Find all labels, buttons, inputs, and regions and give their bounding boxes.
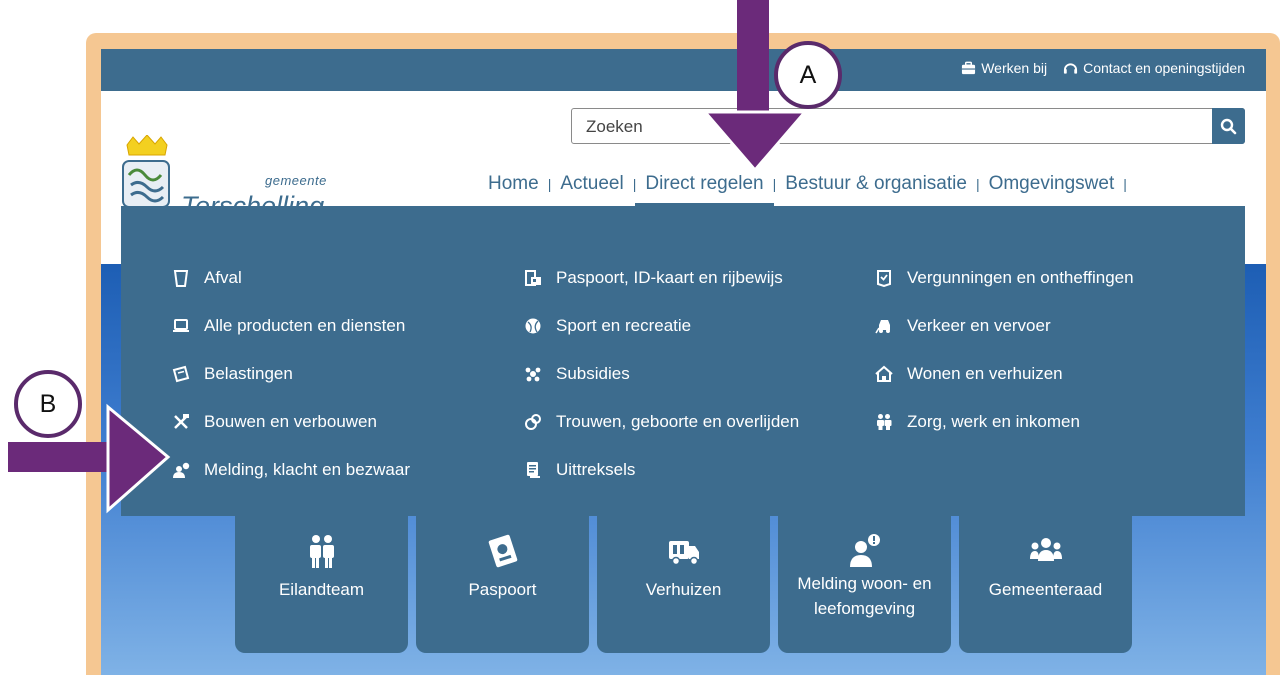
rings-icon: [523, 412, 543, 432]
menu-item-subsidies[interactable]: Subsidies: [523, 350, 799, 398]
menu-column-3: Vergunningen en ontheffingen Verkeer en …: [874, 254, 1134, 446]
menu-item-verkeer[interactable]: Verkeer en vervoer: [874, 302, 1134, 350]
tile-label: Eilandteam: [278, 580, 365, 599]
search-bar: [571, 108, 1245, 144]
menu-item-zorg[interactable]: Zorg, werk en inkomen: [874, 398, 1134, 446]
annotation-label-a: A: [774, 41, 842, 109]
permit-icon: [874, 268, 894, 288]
headset-icon: [1064, 63, 1078, 74]
tile-label: Paspoort: [468, 580, 537, 599]
tile-label: Gemeenteraad: [988, 580, 1103, 599]
tile-paspoort[interactable]: Paspoort: [416, 511, 589, 653]
menu-item-melding[interactable]: Melding, klacht en bezwaar: [171, 446, 410, 494]
menu-item-afval[interactable]: Afval: [171, 254, 410, 302]
menu-item-uittreksels[interactable]: Uittreksels: [523, 446, 799, 494]
annotation-label-b: B: [14, 370, 82, 438]
main-nav: Home | Actueel | Direct regelen | Bestuur &…: [479, 170, 1127, 207]
passport-icon: [488, 534, 517, 568]
truck-icon: [668, 541, 699, 566]
menu-item-wonen[interactable]: Wonen en verhuizen: [874, 350, 1134, 398]
ball-icon: [523, 316, 543, 336]
menu-column-1: Afval Alle producten en diensten Belasti…: [171, 254, 410, 494]
group-icon: [523, 364, 543, 384]
nav-bestuur[interactable]: Bestuur & organisatie: [776, 173, 976, 195]
menu-item-sport[interactable]: Sport en recreatie: [523, 302, 799, 350]
top-bar: Werken bij Contact en openingstijden: [101, 49, 1266, 91]
menu-item-alle-producten[interactable]: Alle producten en diensten: [171, 302, 410, 350]
nav-direct-regelen[interactable]: Direct regelen: [635, 173, 774, 207]
tools-icon: [171, 412, 191, 432]
bin-icon: [171, 268, 191, 288]
tile-melding[interactable]: Melding woon- en leefomgeving: [778, 511, 951, 653]
tile-verhuizen[interactable]: Verhuizen: [597, 511, 770, 653]
laptop-icon: [171, 316, 191, 336]
werken-bij-label: Werken bij: [981, 60, 1048, 76]
menu-item-vergunningen[interactable]: Vergunningen en ontheffingen: [874, 254, 1134, 302]
tile-eilandteam[interactable]: Eilandteam: [235, 511, 408, 653]
top-links: Werken bij Contact en openingstijden: [961, 49, 1245, 87]
briefcase-icon: [962, 61, 976, 75]
nav-omgevingswet[interactable]: Omgevingswet: [980, 173, 1124, 195]
contact-link[interactable]: Contact en openingstijden: [1063, 60, 1245, 76]
people-icon: [874, 412, 894, 432]
council-icon: [1029, 538, 1062, 561]
site-logo[interactable]: [121, 134, 173, 214]
document-icon: [523, 460, 543, 480]
nav-actueel[interactable]: Actueel: [551, 173, 632, 195]
user-alert-icon: [171, 460, 191, 480]
menu-item-belastingen[interactable]: Belastingen: [171, 350, 410, 398]
crown-shield-icon: [122, 134, 170, 208]
report-icon: [849, 534, 880, 567]
tile-label: Verhuizen: [645, 580, 722, 599]
contact-label: Contact en openingstijden: [1083, 60, 1245, 76]
ticket-icon: [171, 364, 191, 384]
logo-subtitle: gemeente: [265, 173, 327, 188]
search-icon: [1220, 118, 1237, 134]
car-icon: [874, 316, 894, 336]
id-card-icon: [523, 268, 543, 288]
menu-item-paspoort[interactable]: Paspoort, ID-kaart en rijbewijs: [523, 254, 799, 302]
quick-tiles: Eilandteam Paspoort Verhuizen Melding wo…: [235, 511, 1132, 653]
menu-item-bouwen[interactable]: Bouwen en verbouwen: [171, 398, 410, 446]
team-icon: [309, 535, 334, 568]
nav-home[interactable]: Home: [479, 173, 548, 195]
search-input[interactable]: [584, 115, 1208, 139]
werken-bij-link[interactable]: Werken bij: [961, 60, 1047, 76]
direct-regelen-dropdown: Afval Alle producten en diensten Belasti…: [121, 206, 1245, 516]
house-icon: [874, 364, 894, 384]
tile-gemeenteraad[interactable]: Gemeenteraad: [959, 511, 1132, 653]
menu-item-trouwen[interactable]: Trouwen, geboorte en overlijden: [523, 398, 799, 446]
menu-column-2: Paspoort, ID-kaart en rijbewijs Sport en…: [523, 254, 799, 494]
search-button[interactable]: [1212, 108, 1245, 144]
tile-label: Melding woon- en leefomgeving: [797, 574, 932, 618]
